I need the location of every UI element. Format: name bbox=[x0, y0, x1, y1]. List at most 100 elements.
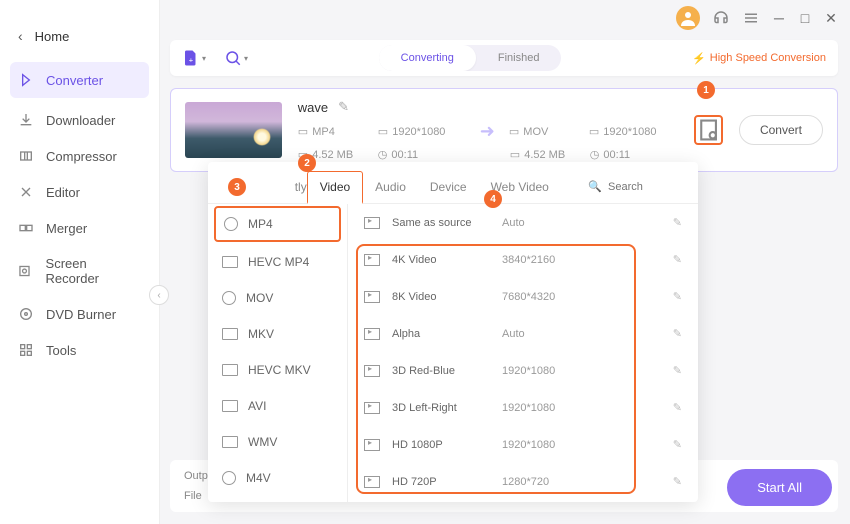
arrow-icon: ➜ bbox=[480, 121, 495, 142]
tab-converting[interactable]: Converting bbox=[379, 45, 476, 71]
popup-tab-video[interactable]: Video bbox=[307, 171, 363, 204]
badge-4: 4 bbox=[484, 190, 502, 208]
disc-icon bbox=[224, 217, 238, 231]
dst-size: ▭4.52 MB bbox=[510, 148, 582, 161]
close-button[interactable]: ✕ bbox=[824, 11, 838, 25]
edit-icon[interactable]: ✎ bbox=[673, 253, 682, 266]
merger-icon bbox=[18, 220, 34, 236]
dst-duration: ◷00:11 bbox=[590, 148, 678, 161]
popup-tab-audio[interactable]: Audio bbox=[363, 172, 418, 202]
collapse-sidebar-button[interactable]: ‹ bbox=[149, 285, 169, 305]
tools-icon bbox=[18, 342, 34, 358]
home-nav[interactable]: ‹ Home bbox=[0, 28, 159, 58]
format-avi[interactable]: AVI bbox=[208, 388, 347, 424]
hamburger-icon[interactable] bbox=[742, 9, 760, 27]
tab-finished[interactable]: Finished bbox=[476, 45, 562, 71]
sidebar-item-editor[interactable]: Editor bbox=[0, 174, 159, 210]
format-hevcmkv[interactable]: HEVC MKV bbox=[208, 352, 347, 388]
search-input[interactable] bbox=[608, 181, 678, 193]
video-icon bbox=[364, 328, 380, 340]
dst-resolution: ▭1920*1080 bbox=[589, 125, 677, 138]
status-tabs: Converting Finished bbox=[379, 45, 562, 71]
minimize-button[interactable]: ─ bbox=[772, 11, 786, 25]
file-icon bbox=[222, 400, 238, 412]
disc-icon bbox=[222, 471, 236, 485]
home-label: Home bbox=[35, 29, 70, 44]
edit-icon[interactable]: ✎ bbox=[673, 327, 682, 340]
video-thumbnail[interactable] bbox=[185, 102, 282, 158]
disc-icon bbox=[222, 291, 236, 305]
file-label: File bbox=[184, 490, 208, 502]
preset-item[interactable]: 8K Video7680*4320✎ bbox=[348, 278, 698, 315]
maximize-button[interactable]: □ bbox=[798, 11, 812, 25]
preset-item[interactable]: 4K Video3840*2160✎ bbox=[348, 241, 698, 278]
start-all-button[interactable]: Start All bbox=[727, 469, 832, 506]
badge-2: 2 bbox=[298, 154, 316, 172]
compress-icon bbox=[18, 148, 34, 164]
search-icon: 🔍 bbox=[588, 180, 602, 193]
edit-icon[interactable]: ✎ bbox=[673, 290, 682, 303]
edit-icon[interactable]: ✎ bbox=[673, 475, 682, 488]
video-icon bbox=[364, 217, 380, 229]
edit-icon[interactable]: ✎ bbox=[673, 216, 682, 229]
support-icon[interactable] bbox=[712, 9, 730, 27]
download-icon bbox=[18, 112, 34, 128]
file-item: wave ✎ ▭MP4 ▭1920*1080 ➜ ▭MOV ▭1920*1080… bbox=[170, 88, 838, 172]
video-icon bbox=[364, 476, 380, 488]
caret-down-icon: ▾ bbox=[202, 54, 206, 63]
video-icon bbox=[364, 402, 380, 414]
sidebar-item-dvd[interactable]: DVD Burner bbox=[0, 296, 159, 332]
video-icon bbox=[364, 254, 380, 266]
src-resolution: ▭1920*1080 bbox=[378, 125, 466, 138]
preset-item[interactable]: HD 720P1280*720✎ bbox=[348, 463, 698, 500]
src-format: ▭MP4 bbox=[298, 125, 370, 138]
format-m4v[interactable]: M4V bbox=[208, 460, 347, 496]
preset-item[interactable]: 3D Left-Right1920*1080✎ bbox=[348, 389, 698, 426]
sidebar-item-merger[interactable]: Merger bbox=[0, 210, 159, 246]
toolbar: + ▾ ▾ Converting Finished ⚡ High Speed C… bbox=[170, 40, 838, 76]
editor-icon bbox=[18, 184, 34, 200]
file-icon bbox=[222, 256, 238, 268]
sidebar-item-converter[interactable]: Converter bbox=[10, 62, 149, 98]
format-hevcmp4[interactable]: HEVC MP4 bbox=[208, 244, 347, 280]
svg-text:+: + bbox=[189, 55, 193, 64]
format-mov[interactable]: MOV bbox=[208, 280, 347, 316]
src-duration: ◷00:11 bbox=[378, 148, 466, 161]
sidebar-item-recorder[interactable]: Screen Recorder bbox=[0, 246, 159, 296]
badge-1: 1 bbox=[697, 81, 715, 99]
caret-down-icon: ▾ bbox=[244, 54, 248, 63]
add-file-button[interactable]: + ▾ bbox=[182, 46, 206, 70]
format-wmv[interactable]: WMV bbox=[208, 424, 347, 460]
preset-item[interactable]: Same as sourceAuto✎ bbox=[348, 204, 698, 241]
edit-icon[interactable]: ✎ bbox=[673, 438, 682, 451]
edit-icon[interactable]: ✎ bbox=[673, 401, 682, 414]
output-format-button[interactable] bbox=[694, 115, 723, 145]
video-icon bbox=[364, 365, 380, 377]
sidebar-item-downloader[interactable]: Downloader bbox=[0, 102, 159, 138]
preset-item[interactable]: 3D Red-Blue1920*1080✎ bbox=[348, 352, 698, 389]
sidebar: ‹ Home Converter Downloader Compressor E… bbox=[0, 0, 160, 524]
edit-icon[interactable]: ✎ bbox=[673, 364, 682, 377]
dvd-icon bbox=[18, 306, 34, 322]
preset-list: Same as sourceAuto✎ 4K Video3840*2160✎ 8… bbox=[348, 204, 698, 502]
converter-icon bbox=[18, 72, 34, 88]
format-list: MP4 HEVC MP4 MOV MKV HEVC MKV AVI WMV M4… bbox=[208, 204, 348, 502]
format-mkv[interactable]: MKV bbox=[208, 316, 347, 352]
convert-button[interactable]: Convert bbox=[739, 115, 823, 145]
format-popup: 2 3 4 Recentlytly Video Audio Device Web… bbox=[208, 162, 698, 502]
add-folder-button[interactable]: ▾ bbox=[224, 46, 248, 70]
badge-3: 3 bbox=[228, 178, 246, 196]
sidebar-item-compressor[interactable]: Compressor bbox=[0, 138, 159, 174]
format-mp4[interactable]: MP4 bbox=[214, 206, 341, 242]
preset-item[interactable]: AlphaAuto✎ bbox=[348, 315, 698, 352]
bolt-icon: ⚡ bbox=[692, 52, 706, 65]
recorder-icon bbox=[18, 263, 34, 279]
back-icon: ‹ bbox=[18, 28, 23, 44]
edit-title-icon[interactable]: ✎ bbox=[338, 99, 349, 115]
sidebar-item-tools[interactable]: Tools bbox=[0, 332, 159, 368]
high-speed-link[interactable]: ⚡ High Speed Conversion bbox=[692, 52, 826, 65]
preset-item[interactable]: HD 1080P1920*1080✎ bbox=[348, 426, 698, 463]
popup-tab-device[interactable]: Device bbox=[418, 172, 479, 202]
search-box[interactable]: 🔍 bbox=[580, 176, 686, 197]
user-avatar[interactable] bbox=[676, 6, 700, 30]
